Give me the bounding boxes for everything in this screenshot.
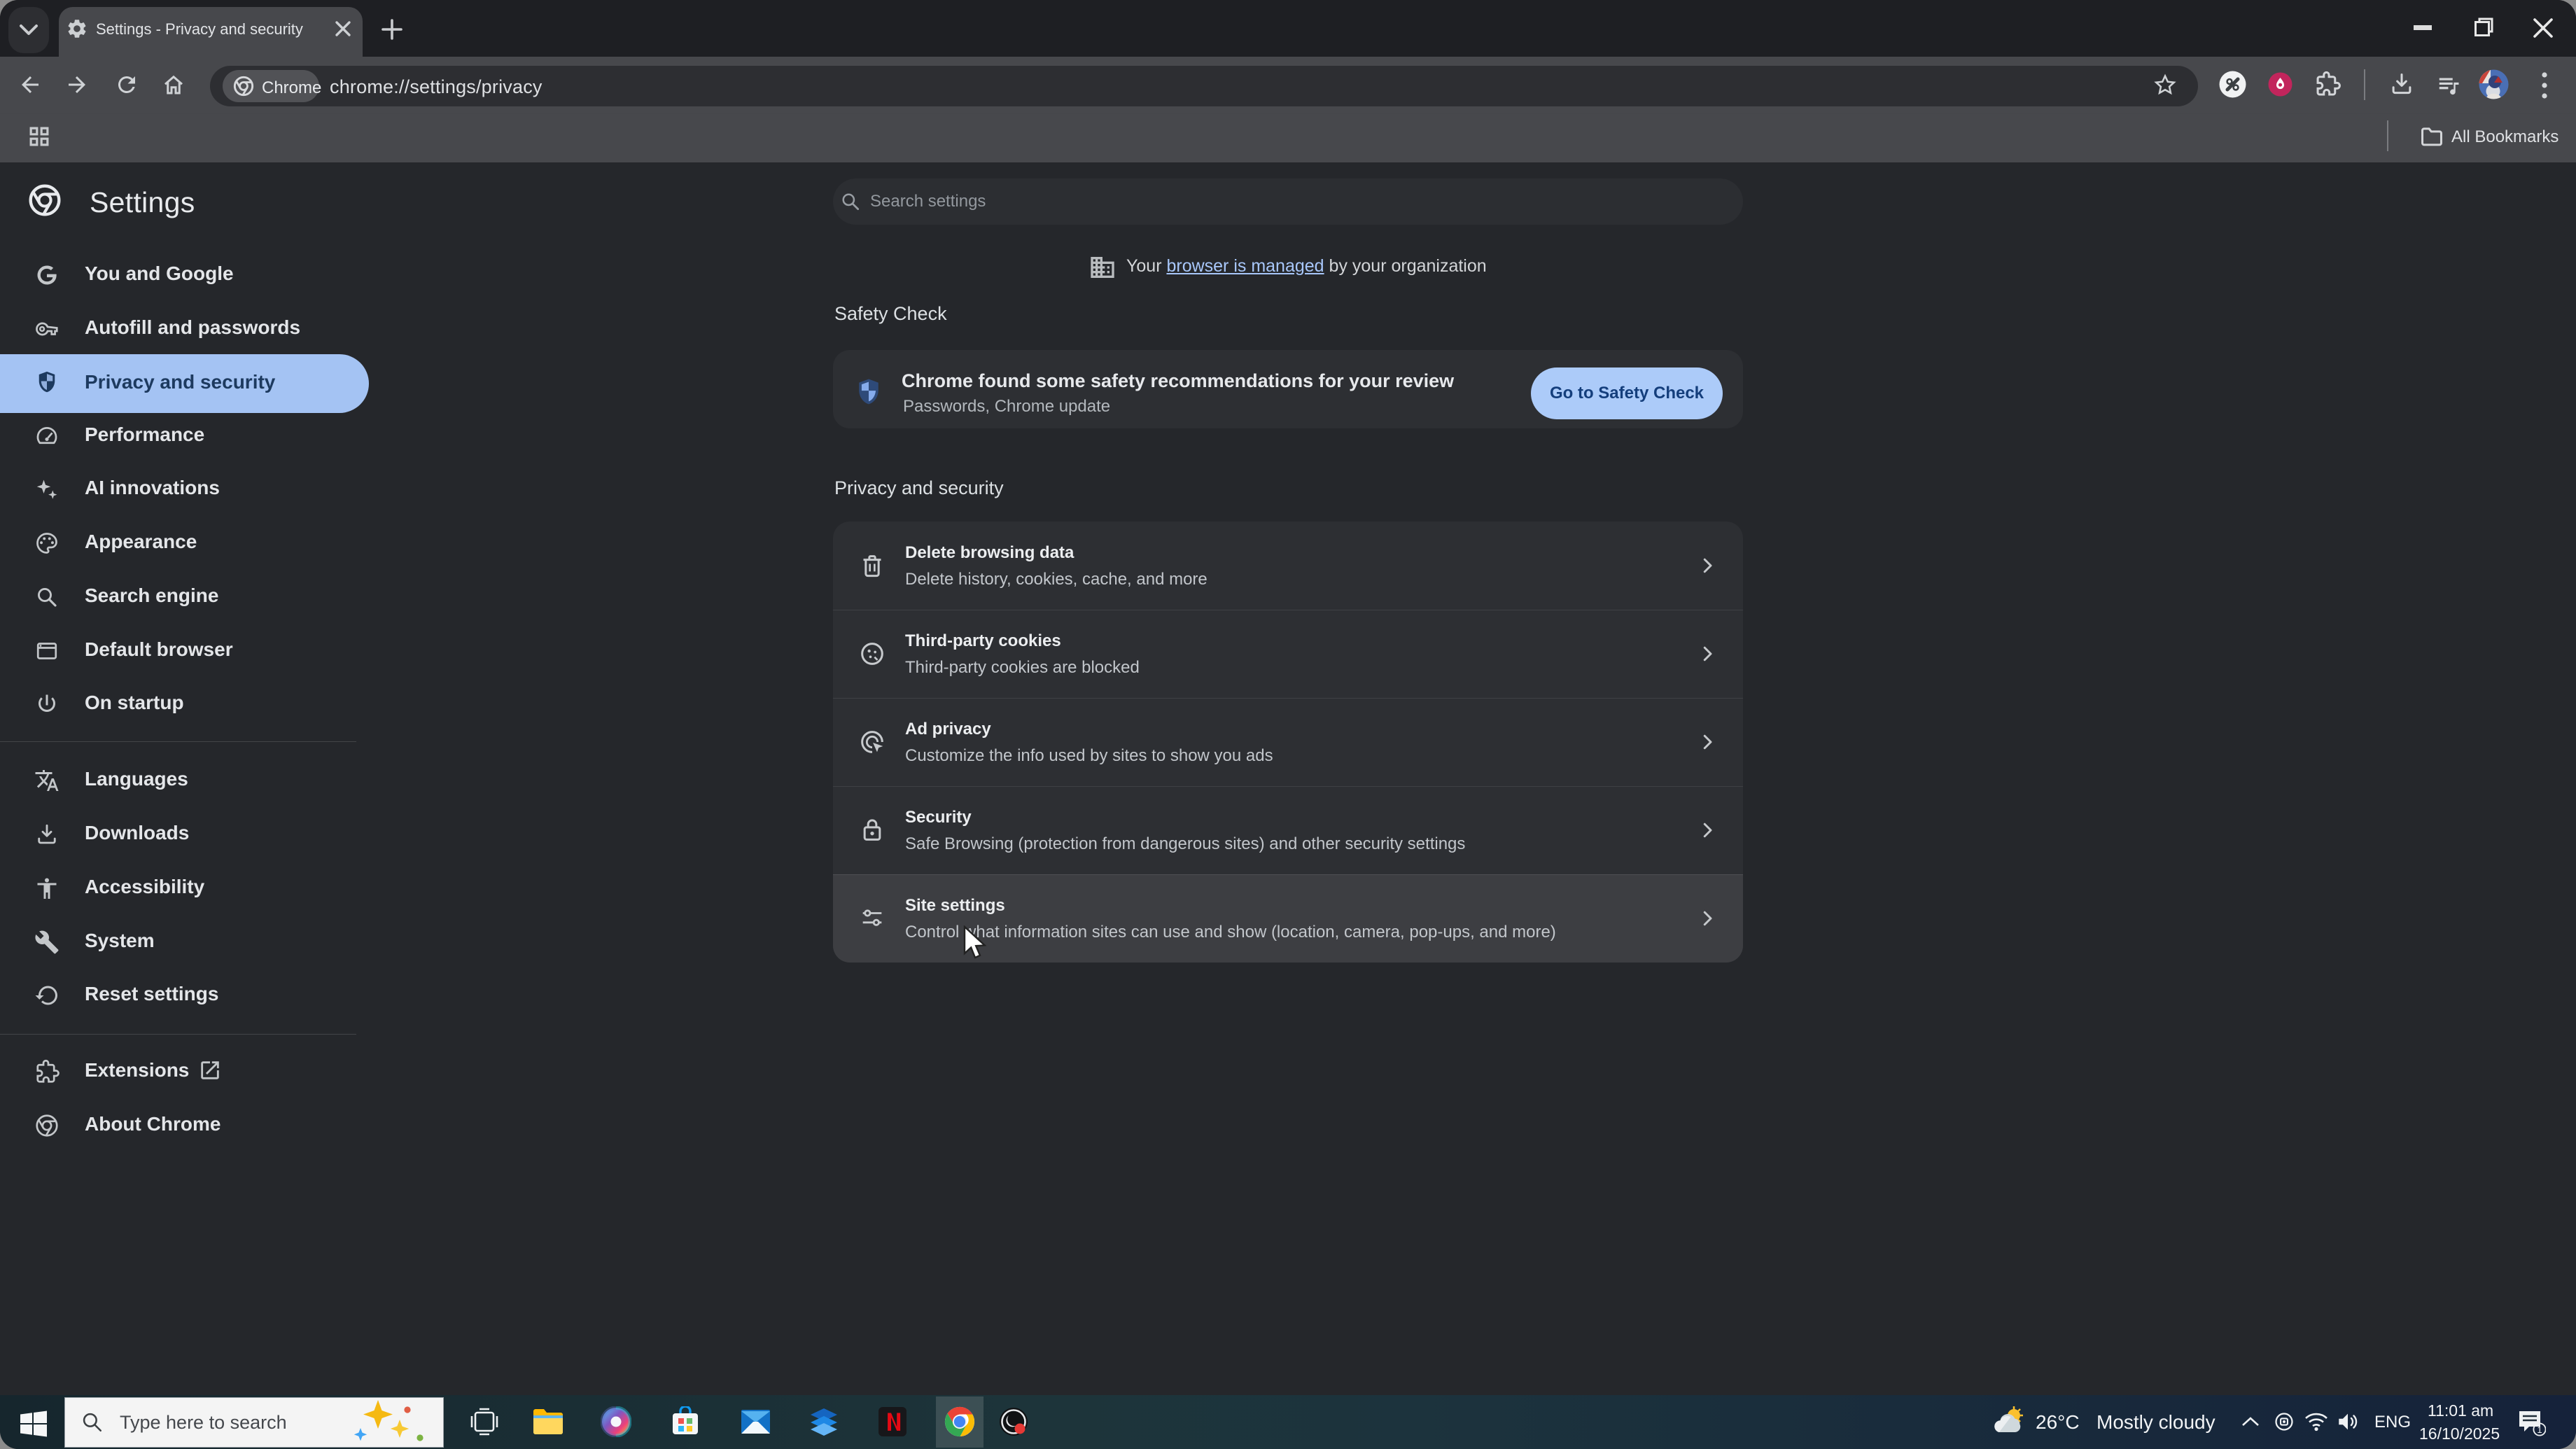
svg-text:1: 1 bbox=[2537, 1424, 2542, 1435]
